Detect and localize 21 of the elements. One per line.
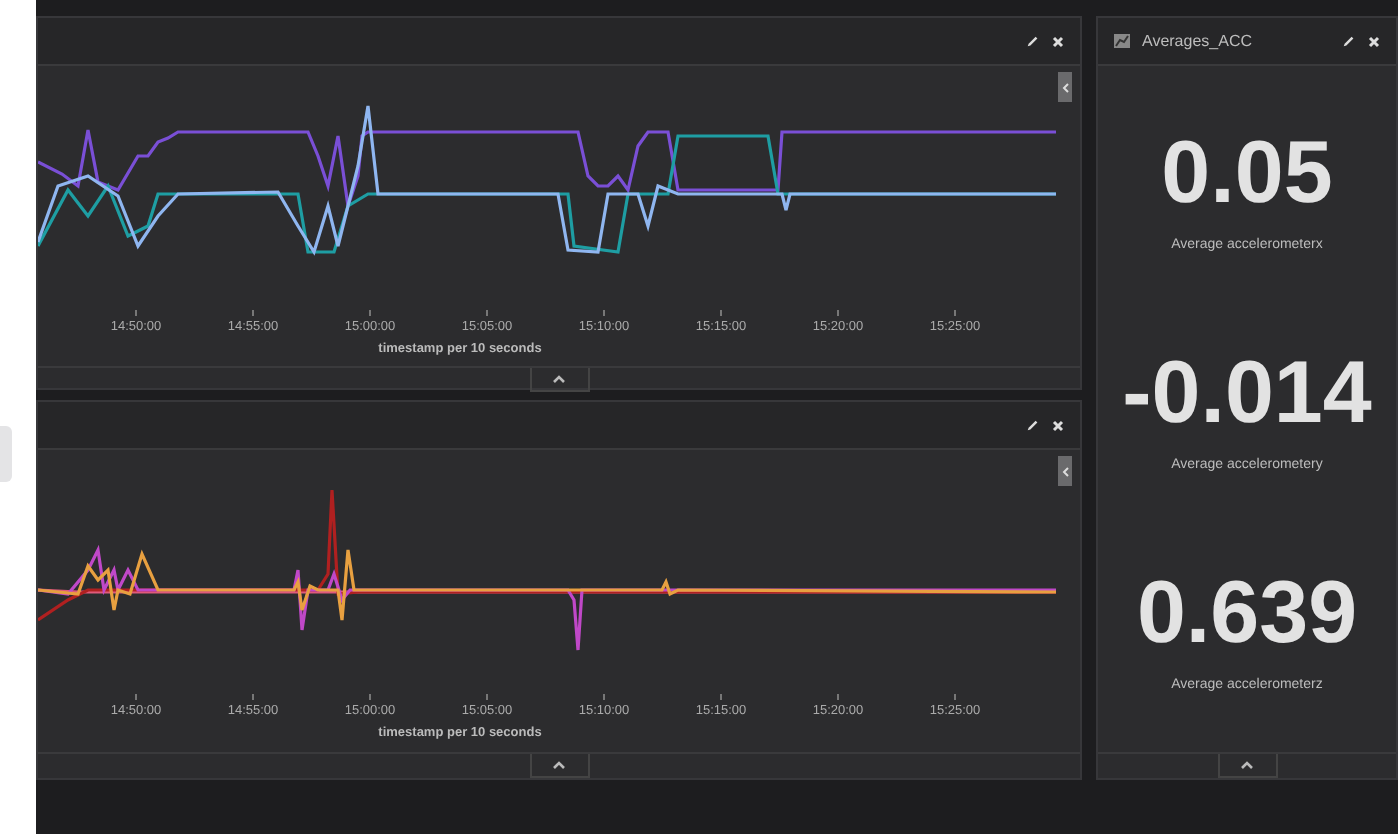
edit-icon[interactable]: [1342, 34, 1356, 48]
expand-tab[interactable]: [1217, 754, 1277, 778]
chevron-left-icon: [1061, 465, 1069, 477]
close-icon[interactable]: [1052, 419, 1064, 431]
expand-tab[interactable]: [529, 368, 589, 392]
close-icon[interactable]: [1052, 35, 1064, 47]
expand-tab[interactable]: [529, 754, 589, 778]
caret-up-icon[interactable]: [1240, 760, 1254, 770]
collapse-tab[interactable]: [1058, 72, 1072, 102]
chart-icon: [1114, 34, 1130, 48]
metric-value: -0.014: [1122, 342, 1372, 446]
panel-title: Averages_ACC: [1142, 32, 1254, 50]
collapse-tab[interactable]: [1058, 456, 1072, 486]
caret-up-icon[interactable]: [552, 760, 566, 770]
chevron-left-icon: [1061, 81, 1069, 93]
edit-icon[interactable]: [1026, 418, 1040, 432]
caret-up-icon[interactable]: [552, 374, 566, 384]
metric-value: 0.05: [1161, 122, 1333, 226]
metric-value: 0.639: [1136, 562, 1358, 666]
edit-icon[interactable]: [1026, 34, 1040, 48]
close-icon[interactable]: [1368, 35, 1380, 47]
